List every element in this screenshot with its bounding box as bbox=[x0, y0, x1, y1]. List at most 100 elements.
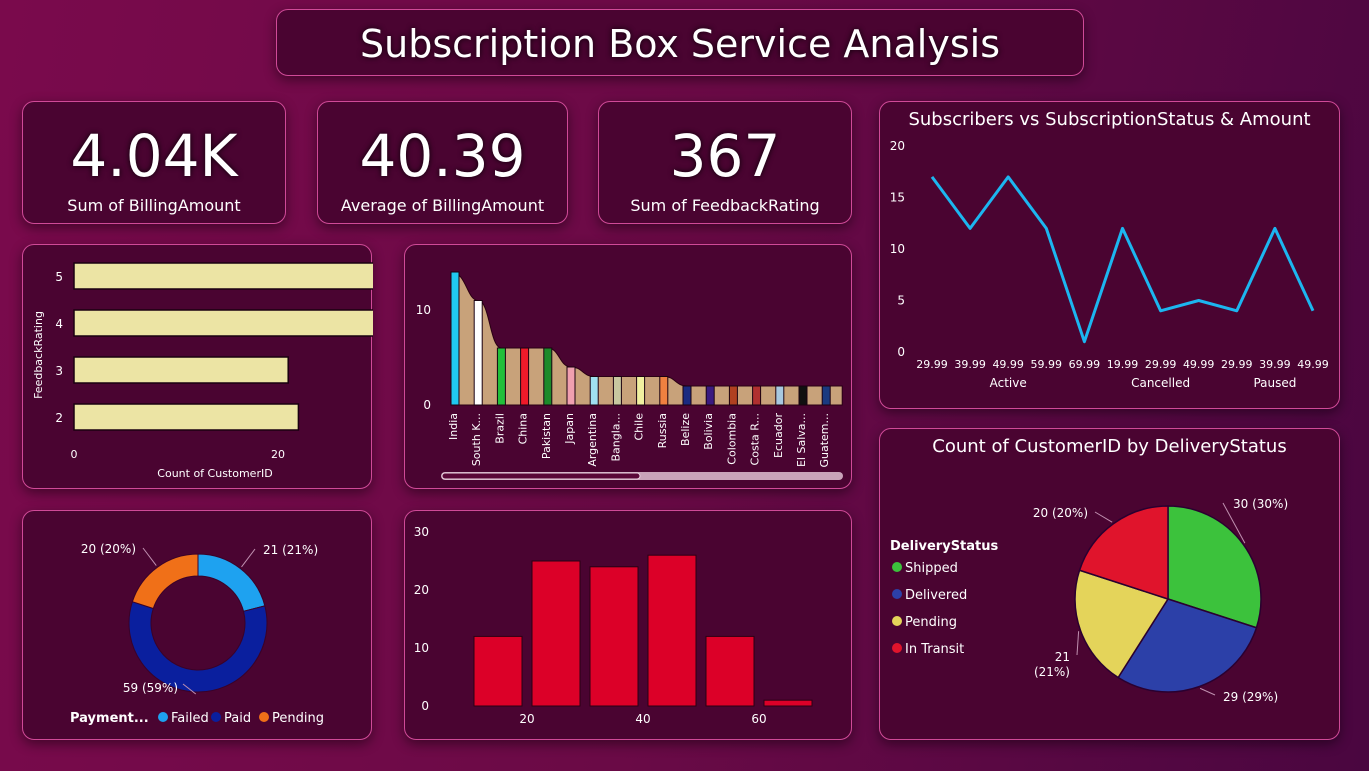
country-area bbox=[450, 271, 843, 406]
country-bar[interactable] bbox=[450, 271, 460, 406]
page-title: Subscription Box Service Analysis bbox=[360, 22, 1000, 66]
y-tick-label: 0 bbox=[423, 398, 431, 412]
legend-marker bbox=[158, 712, 168, 722]
billing-histogram[interactable]: 0 10 20 30 20 40 60 bbox=[405, 511, 853, 741]
feedback-bar[interactable] bbox=[73, 403, 300, 431]
country-bar[interactable] bbox=[636, 376, 646, 406]
legend-marker bbox=[259, 712, 269, 722]
histogram-bar[interactable] bbox=[647, 554, 697, 707]
legend-label[interactable]: Delivered bbox=[905, 588, 967, 603]
x-tick-label: Russia bbox=[656, 413, 669, 448]
country-area-chart[interactable]: India South K... Brazil China Pakistan Japan A… bbox=[405, 245, 853, 490]
legend-label[interactable]: Paid bbox=[224, 711, 251, 726]
x-tick-label: Argentina bbox=[586, 413, 599, 467]
title-card: Subscription Box Service Analysis bbox=[276, 9, 1084, 76]
leader-line bbox=[241, 548, 256, 568]
kpi-value: 367 bbox=[669, 122, 781, 190]
status-line-card[interactable]: Subscribers vs SubscriptionStatus & Amou… bbox=[879, 101, 1340, 409]
y-tick-label: 10 bbox=[414, 641, 429, 655]
payment-donut-card[interactable]: 21 (21%) 59 (59%) 20 (20%) Payment... Failed… bbox=[22, 510, 372, 740]
y-tick-label: 0 bbox=[897, 345, 905, 359]
x-tick-label: 39.99 bbox=[954, 358, 986, 371]
country-bar[interactable] bbox=[775, 385, 785, 406]
x-tick-label: India bbox=[447, 413, 460, 440]
data-label: 59 (59%) bbox=[123, 681, 178, 695]
x-tick-label: Japan bbox=[563, 413, 576, 445]
status-line-chart[interactable]: 0 5 10 15 20 29.99 39.99 49.99 59.99 69.99 19.99 29… bbox=[880, 102, 1341, 410]
country-bar[interactable] bbox=[589, 376, 599, 406]
kpi-card-sum-billing[interactable]: 4.04K Sum of BillingAmount bbox=[22, 101, 286, 224]
country-bar[interactable] bbox=[543, 347, 553, 406]
x-tick-label: Guatem... bbox=[818, 413, 831, 468]
legend-label[interactable]: Pending bbox=[272, 711, 324, 726]
histogram-bar[interactable] bbox=[763, 699, 813, 707]
chart-title: Subscribers vs SubscriptionStatus & Amou… bbox=[908, 109, 1311, 130]
country-bar[interactable] bbox=[520, 347, 530, 406]
x-tick-label: South K... bbox=[470, 413, 483, 466]
x-tick-label: 40 bbox=[635, 712, 650, 726]
donut-slice[interactable] bbox=[197, 553, 266, 612]
y-tick-label: 5 bbox=[897, 294, 905, 308]
series-line[interactable] bbox=[930, 175, 1315, 344]
histogram-card[interactable]: 0 10 20 30 20 40 60 bbox=[404, 510, 852, 740]
histogram-bar[interactable] bbox=[473, 635, 523, 707]
delivery-pie-card[interactable]: Count of CustomerID by DeliveryStatus 30… bbox=[879, 428, 1340, 740]
country-bar[interactable] bbox=[659, 376, 669, 406]
country-bar[interactable] bbox=[728, 385, 738, 406]
payment-donut-chart[interactable]: 21 (21%) 59 (59%) 20 (20%) Payment... Failed… bbox=[23, 511, 373, 741]
country-bar[interactable] bbox=[612, 376, 622, 406]
x-tick-label: 49.99 bbox=[992, 358, 1024, 371]
legend-label[interactable]: Pending bbox=[905, 615, 957, 630]
y-tick-label: 0 bbox=[421, 699, 429, 713]
kpi-card-avg-billing[interactable]: 40.39 Average of BillingAmount bbox=[317, 101, 568, 224]
x-tick-label: Ecuador bbox=[772, 413, 785, 458]
x-axis-label: Count of CustomerID bbox=[157, 467, 272, 480]
country-bar[interactable] bbox=[798, 385, 808, 406]
country-bar[interactable] bbox=[496, 347, 506, 406]
legend-label[interactable]: Failed bbox=[171, 711, 209, 726]
y-tick-label: 20 bbox=[890, 139, 905, 153]
x-tick-label: 60 bbox=[751, 712, 766, 726]
country-bar[interactable] bbox=[821, 385, 831, 406]
country-bar[interactable] bbox=[566, 366, 576, 406]
x-tick-label: 20 bbox=[271, 448, 285, 461]
chart-title: Count of CustomerID by DeliveryStatus bbox=[932, 436, 1287, 457]
country-bar[interactable] bbox=[473, 300, 483, 406]
delivery-pie-chart[interactable]: 30 (30%) 29 (29%) 21(21%) 20 (20%) DeliveryS… bbox=[880, 429, 1341, 741]
kpi-card-sum-feedback[interactable]: 367 Sum of FeedbackRating bbox=[598, 101, 852, 224]
x-group-label: Active bbox=[990, 376, 1027, 390]
legend-title: Payment... bbox=[70, 711, 149, 726]
data-label: 21 (21%) bbox=[263, 543, 318, 557]
histogram-bar[interactable] bbox=[705, 635, 755, 707]
feedback-bar[interactable] bbox=[73, 262, 381, 290]
histogram-bar[interactable] bbox=[531, 560, 581, 707]
feedback-bar[interactable] bbox=[73, 309, 391, 337]
data-label: 20 (20%) bbox=[1033, 506, 1088, 520]
kpi-label: Sum of BillingAmount bbox=[67, 196, 241, 215]
x-tick-label: Belize bbox=[679, 413, 692, 446]
legend-marker bbox=[892, 562, 902, 572]
feedback-bar[interactable] bbox=[73, 356, 289, 384]
legend-label[interactable]: In Transit bbox=[905, 642, 964, 657]
kpi-label: Sum of FeedbackRating bbox=[630, 196, 820, 215]
y-tick-label: 30 bbox=[414, 525, 429, 539]
country-chart-card[interactable]: India South K... Brazil China Pakistan Japan A… bbox=[404, 244, 852, 489]
country-bar[interactable] bbox=[682, 385, 692, 406]
feedback-bar-chart[interactable]: 54320 20Count of CustomerIDFeedbackRating bbox=[23, 245, 391, 490]
kpi-label: Average of BillingAmount bbox=[340, 196, 545, 215]
country-bar[interactable] bbox=[752, 385, 762, 406]
country-bar[interactable] bbox=[705, 385, 715, 406]
data-label: 30 (30%) bbox=[1233, 497, 1288, 511]
donut-slice[interactable] bbox=[128, 601, 268, 693]
x-group-label: Cancelled bbox=[1131, 376, 1190, 390]
scrollbar-thumb[interactable] bbox=[441, 472, 641, 480]
legend-title: DeliveryStatus bbox=[890, 539, 999, 554]
x-tick-label: Bangla... bbox=[609, 413, 622, 462]
data-label: 29 (29%) bbox=[1223, 690, 1278, 704]
data-label: 20 (20%) bbox=[81, 542, 136, 556]
histogram-bar[interactable] bbox=[589, 566, 639, 707]
donut-slice[interactable] bbox=[131, 553, 199, 610]
legend-marker bbox=[211, 712, 221, 722]
feedback-chart-card[interactable]: 5 4 3 2 0 20 Count of CustomerID FeedbackRating bbox=[22, 244, 391, 490]
legend-label[interactable]: Shipped bbox=[905, 561, 958, 576]
